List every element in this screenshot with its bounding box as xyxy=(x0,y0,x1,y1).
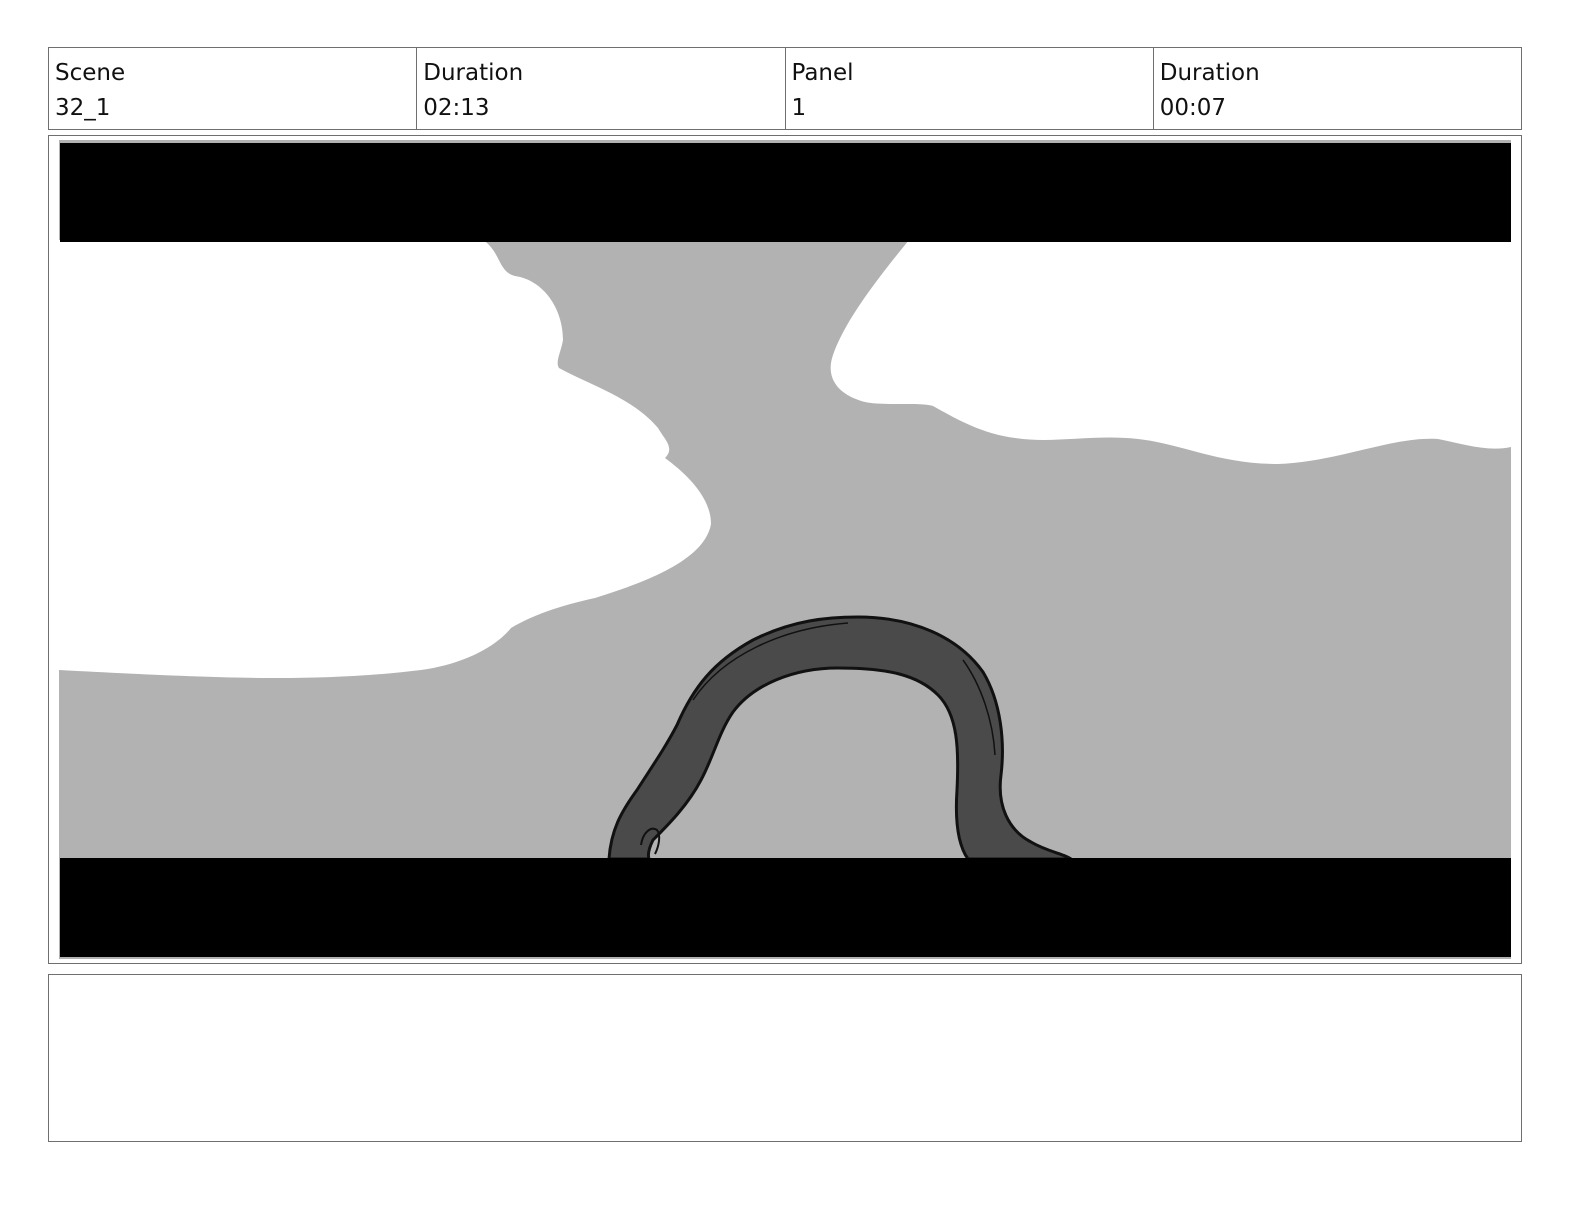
scene-duration-label: Duration xyxy=(423,60,524,86)
panel-duration-value: 00:07 xyxy=(1159,95,1227,121)
panel-info-header: Scene 32_1 Duration 02:13 Panel 1 Durati… xyxy=(48,47,1522,130)
letterbox-top xyxy=(60,143,1511,242)
panel-duration-label: Duration xyxy=(1159,60,1260,86)
panel-label: Panel xyxy=(791,60,854,86)
storyboard-sketch-image xyxy=(59,140,1511,959)
scene-duration-cell: Duration 02:13 xyxy=(417,48,786,129)
panel-cell: Panel 1 xyxy=(786,48,1154,129)
scene-value: 32_1 xyxy=(55,95,111,121)
panel-notes-box xyxy=(48,974,1522,1142)
scene-cell: Scene 32_1 xyxy=(49,48,418,129)
panel-value: 1 xyxy=(791,95,807,121)
panel-duration-cell: Duration 00:07 xyxy=(1154,48,1521,129)
storyboard-panel-frame xyxy=(48,135,1522,964)
letterbox-bottom xyxy=(60,858,1511,957)
scene-duration-value: 02:13 xyxy=(423,95,490,121)
scene-label: Scene xyxy=(55,60,126,86)
